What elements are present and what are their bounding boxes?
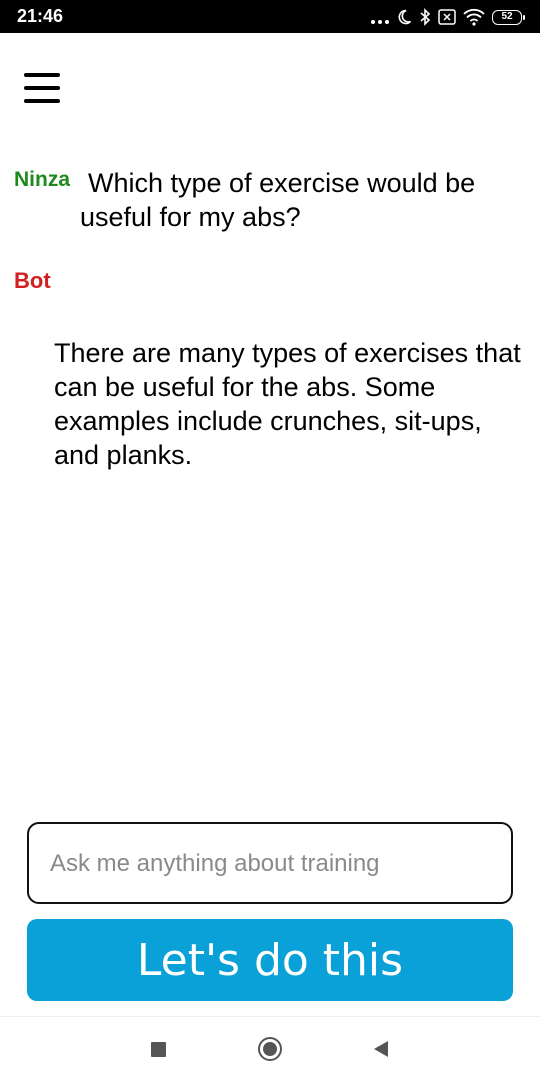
bluetooth-icon <box>420 8 431 26</box>
bot-message: There are many types of exercises that c… <box>54 338 521 470</box>
status-time: 21:46 <box>17 6 64 26</box>
status-icons: 52 <box>371 7 525 27</box>
user-sender-name: Ninza <box>14 168 71 191</box>
no-sim-icon <box>438 9 456 25</box>
moon-icon <box>398 9 412 25</box>
battery-level: 52 <box>501 11 513 22</box>
more-dots-icon <box>371 10 389 24</box>
battery-icon: 52 <box>492 9 525 25</box>
user-message: Which type of exercise would be useful f… <box>80 168 476 232</box>
bot-sender-name: Bot <box>14 268 51 293</box>
navigation-bar <box>0 1016 540 1081</box>
wifi-icon <box>463 8 485 26</box>
hamburger-menu-icon[interactable] <box>24 73 60 103</box>
recents-square-icon[interactable] <box>128 1017 188 1081</box>
submit-button[interactable]: Let's do this <box>27 919 513 1001</box>
status-bar: 21:46 52 <box>0 0 540 33</box>
home-circle-icon[interactable] <box>240 1017 300 1081</box>
question-input[interactable] <box>48 824 492 904</box>
question-input-container[interactable] <box>27 822 513 904</box>
back-triangle-icon[interactable] <box>351 1017 411 1081</box>
